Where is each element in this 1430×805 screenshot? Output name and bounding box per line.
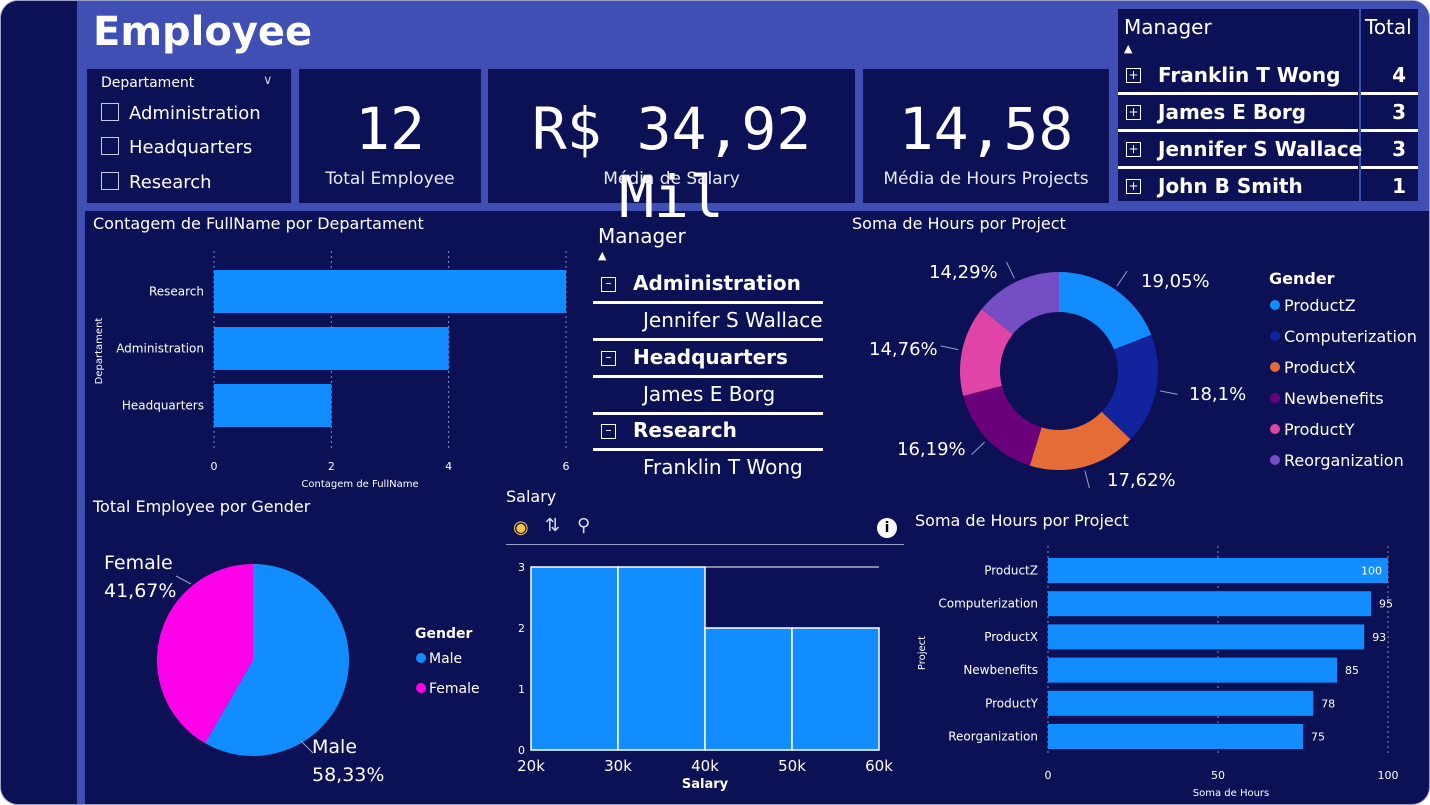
x-tick-label: 40k	[691, 757, 719, 775]
legend-entry: ProductY	[1284, 420, 1355, 439]
x-axis-label: Soma de Hours	[1193, 788, 1270, 799]
legend-marker	[1270, 300, 1280, 310]
x-tick-label: 20k	[517, 757, 545, 775]
donut-slice	[1059, 272, 1152, 350]
leader-line	[175, 575, 192, 585]
y-tick-label: ProductY	[985, 696, 1039, 710]
data-label: 100	[1361, 565, 1382, 578]
histogram-bar	[704, 627, 793, 751]
leader-line	[1084, 470, 1090, 489]
x-tick-label: 50k	[778, 757, 806, 775]
legend-marker	[1270, 424, 1280, 434]
data-label: 95	[1379, 598, 1393, 611]
bar	[1048, 657, 1337, 683]
legend-marker	[1270, 331, 1280, 341]
legend-entry: Computerization	[1284, 327, 1417, 346]
legend-marker	[416, 683, 426, 693]
slice-value-label: 58,33%	[312, 764, 384, 786]
histogram-bar	[791, 627, 880, 751]
y-tick-label: 3	[518, 561, 525, 574]
y-axis-label: Project	[917, 636, 928, 670]
bar	[214, 327, 449, 370]
leader-line	[1159, 390, 1178, 395]
x-tick-label: 2	[328, 460, 335, 473]
legend-marker	[416, 653, 426, 663]
bar	[1048, 624, 1365, 650]
x-axis-label: Salary	[682, 777, 729, 792]
y-tick-label: Reorganization	[948, 730, 1038, 744]
y-tick-label: ProductX	[984, 630, 1038, 644]
legend-entry: Newbenefits	[1284, 389, 1384, 408]
legend-title: Gender	[1269, 269, 1335, 288]
legend-entry: Reorganization	[1284, 451, 1404, 470]
data-label: 14,76%	[869, 339, 938, 360]
leader-line	[971, 441, 985, 455]
x-tick-label: 0	[1045, 769, 1052, 782]
legend-entry: Female	[429, 681, 480, 697]
legend-entry: ProductX	[1284, 358, 1356, 377]
y-tick-label: 1	[518, 683, 525, 696]
legend-entry: Male	[429, 651, 462, 667]
legend-marker	[1270, 455, 1280, 465]
donut-slice	[963, 385, 1042, 466]
histogram-bar	[530, 566, 619, 751]
bar	[1048, 690, 1314, 716]
slice-name-label: Female	[104, 552, 173, 574]
y-tick-label: Administration	[116, 342, 204, 356]
data-label: 19,05%	[1141, 271, 1210, 292]
data-label: 18,1%	[1189, 384, 1246, 405]
bar	[1048, 591, 1371, 617]
y-tick-label: Computerization	[938, 597, 1038, 611]
x-tick-label: 60k	[865, 757, 893, 775]
data-label: 85	[1345, 664, 1359, 677]
x-tick-label: 100	[1378, 769, 1399, 782]
y-tick-label: Headquarters	[122, 399, 204, 413]
data-label: 75	[1311, 731, 1325, 744]
x-tick-label: 4	[445, 460, 452, 473]
data-label: 16,19%	[897, 439, 966, 460]
bar	[1048, 724, 1303, 749]
leader-line	[1006, 261, 1015, 279]
legend-marker	[1270, 362, 1280, 372]
legend-entry: ProductZ	[1284, 296, 1356, 315]
histogram-bar	[617, 566, 706, 751]
bar	[214, 270, 566, 313]
x-tick-label: 6	[563, 460, 570, 473]
x-tick-label: 50	[1211, 769, 1225, 782]
y-tick-label: 0	[518, 744, 525, 757]
data-label: 93	[1372, 631, 1386, 644]
x-tick-label: 0	[211, 460, 218, 473]
legend-title: Gender	[415, 626, 472, 642]
x-axis-label: Contagem de FullName	[301, 479, 418, 490]
y-tick-label: Research	[149, 285, 204, 299]
data-label: 78	[1321, 697, 1335, 710]
leader-line	[1116, 270, 1128, 287]
leader-line	[940, 345, 959, 351]
bar	[1048, 558, 1388, 583]
charts-layer: 0 2 4 6 Research Administration Headquarters Co…	[94, 251, 1417, 799]
legend-marker	[1270, 393, 1280, 403]
bar	[214, 384, 332, 427]
y-axis-label: Departament	[94, 318, 105, 385]
y-tick-label: 2	[518, 622, 525, 635]
x-tick-label: 30k	[604, 757, 632, 775]
data-label: 14,29%	[929, 262, 998, 283]
slice-value-label: 41,67%	[104, 580, 176, 602]
data-label: 17,62%	[1107, 470, 1176, 491]
y-tick-label: Newbenefits	[963, 663, 1038, 677]
y-tick-label: ProductZ	[984, 564, 1038, 578]
dashboard-canvas: Employee Departament ∨ Administration He…	[0, 0, 1430, 805]
slice-name-label: Male	[312, 736, 357, 758]
